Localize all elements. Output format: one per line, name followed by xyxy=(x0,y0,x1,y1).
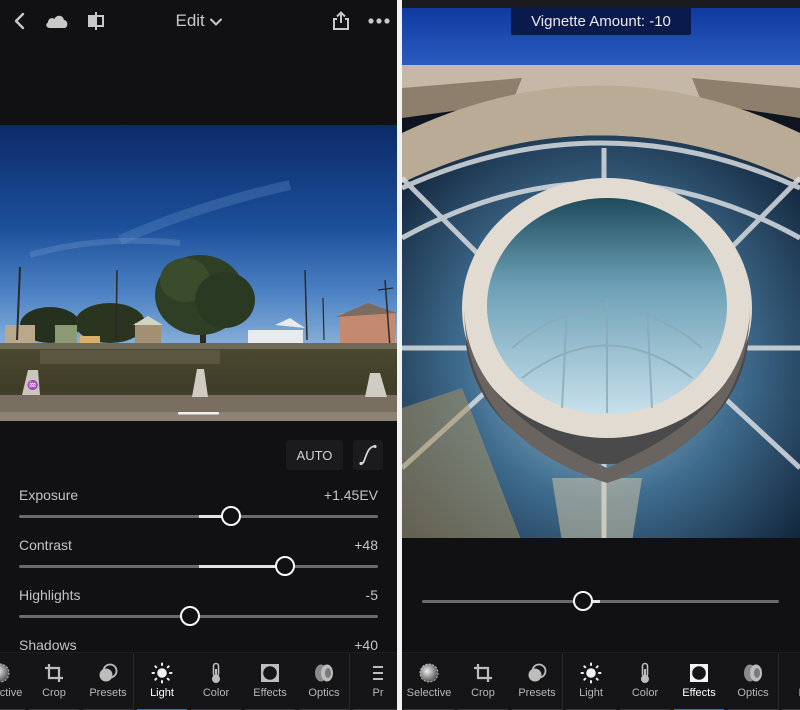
contrast-slider: Contrast +48 xyxy=(19,537,378,577)
tab-crop[interactable]: Crop xyxy=(456,653,510,710)
tab-selective[interactable]: Selective xyxy=(402,653,456,710)
tab-group-divider xyxy=(133,653,134,710)
tab-label: Light xyxy=(150,687,174,699)
selective-icon xyxy=(0,662,11,684)
slider-thumb[interactable] xyxy=(179,606,200,626)
tab-light[interactable]: Light xyxy=(135,653,189,710)
slider-value: +48 xyxy=(354,537,378,553)
slider-track[interactable] xyxy=(422,591,779,611)
tab-optics[interactable]: Optics xyxy=(726,653,780,710)
before-after-icon xyxy=(88,12,104,30)
tab-light[interactable]: Light xyxy=(564,653,618,710)
left-screen: Edit ♒ AUTO Exposure +1.45EV Contrast +4… xyxy=(0,0,397,710)
tool-tab-bar: Selective Crop Presets Light Color Effects Opt… xyxy=(402,652,800,710)
thermometer-icon xyxy=(638,662,652,684)
tab-label: Light xyxy=(579,687,603,699)
tab-label: Optics xyxy=(737,687,769,699)
slider-fill xyxy=(198,565,285,568)
chevron-down-icon xyxy=(209,18,222,26)
slider-thumb[interactable] xyxy=(220,506,241,526)
cloud-icon xyxy=(46,15,68,28)
slider-thumb[interactable] xyxy=(572,591,593,611)
tab-presets[interactable]: Presets xyxy=(81,653,135,710)
tab-label: Crop xyxy=(42,687,66,699)
vignette-tooltip: Vignette Amount: -10 xyxy=(511,7,691,35)
tab-presets[interactable]: Presets xyxy=(510,653,564,710)
tab-label: Pr xyxy=(372,687,384,699)
tab-label: Effects xyxy=(253,687,287,699)
sun-icon xyxy=(580,662,602,684)
photo-preview[interactable]: ♒ xyxy=(0,125,397,421)
vignette-icon xyxy=(260,662,280,684)
presets-icon xyxy=(526,662,548,684)
right-screen: Selective Crop Presets Light Color Effects Opt… xyxy=(402,0,800,710)
tab-label: Optics xyxy=(308,687,340,699)
vignette-icon xyxy=(689,662,709,684)
tab-group-divider xyxy=(778,653,779,710)
slider-track[interactable] xyxy=(19,506,378,526)
tab-label: Selective xyxy=(406,687,452,699)
auto-button[interactable]: AUTO xyxy=(286,440,343,470)
tab-selective[interactable]: Selective xyxy=(0,653,27,710)
vignette-amount-slider xyxy=(422,572,779,612)
tab-optics[interactable]: Optics xyxy=(297,653,351,710)
slider-track[interactable] xyxy=(19,556,378,576)
back-button[interactable] xyxy=(8,8,30,34)
tab-effects[interactable]: Effects xyxy=(672,653,726,710)
share-button[interactable] xyxy=(330,8,352,34)
tab-effects[interactable]: Effects xyxy=(243,653,297,710)
tab-label: Presets xyxy=(518,687,556,699)
slider-label: Contrast xyxy=(19,537,72,553)
cloud-sync-button[interactable] xyxy=(44,8,70,34)
tab-label: Color xyxy=(631,687,659,699)
tab-label: Presets xyxy=(89,687,127,699)
lens-icon xyxy=(313,662,335,684)
tab-label: Selective xyxy=(0,687,23,699)
slider-thumb[interactable] xyxy=(274,556,295,576)
landscape-photo: ♒ xyxy=(0,125,397,421)
tab-pre[interactable]: Pre xyxy=(780,653,800,710)
tab-group-divider xyxy=(562,653,563,710)
slider-label: Exposure xyxy=(19,487,79,503)
more-dots-icon xyxy=(368,18,390,24)
tab-group-divider xyxy=(349,653,350,710)
lens-icon xyxy=(742,662,764,684)
tab-crop[interactable]: Crop xyxy=(27,653,81,710)
edit-label: Edit xyxy=(175,11,205,30)
architecture-photo xyxy=(402,8,800,542)
slider-track[interactable] xyxy=(19,606,378,626)
profile-icon xyxy=(373,662,383,684)
thermometer-icon xyxy=(209,662,223,684)
crop-icon xyxy=(44,662,64,684)
presets-icon xyxy=(97,662,119,684)
tab-label: Color xyxy=(202,687,230,699)
tone-curve-icon xyxy=(359,444,377,466)
slider-label: Shadows xyxy=(19,637,77,653)
slider-value: +1.45EV xyxy=(323,487,378,503)
tab-color[interactable]: Color xyxy=(618,653,672,710)
share-icon xyxy=(333,11,349,30)
svg-text:♒: ♒ xyxy=(27,379,38,390)
selective-icon xyxy=(418,662,440,684)
sun-icon xyxy=(151,662,173,684)
tab-color[interactable]: Color xyxy=(189,653,243,710)
more-button[interactable] xyxy=(366,8,392,34)
slider-value: -5 xyxy=(365,587,378,603)
top-bar: Edit xyxy=(0,0,397,42)
slider-value: +40 xyxy=(354,637,378,653)
tool-tab-bar: Selective Crop Presets Light Color Effects Opt… xyxy=(0,652,397,710)
slider-label: Highlights xyxy=(19,587,81,603)
highlights-slider: Highlights -5 xyxy=(19,587,378,627)
before-after-button[interactable] xyxy=(85,8,107,34)
tab-pr[interactable]: Pr xyxy=(351,653,397,710)
chevron-left-icon xyxy=(14,12,25,30)
auto-label: AUTO xyxy=(296,447,333,463)
tone-curve-button[interactable] xyxy=(353,440,383,470)
edit-dropdown[interactable]: Edit xyxy=(175,11,222,30)
tab-label: Crop xyxy=(471,687,495,699)
exposure-slider: Exposure +1.45EV xyxy=(19,487,378,527)
photo-preview[interactable] xyxy=(402,8,800,542)
crop-icon xyxy=(473,662,493,684)
tab-label: Effects xyxy=(682,687,716,699)
